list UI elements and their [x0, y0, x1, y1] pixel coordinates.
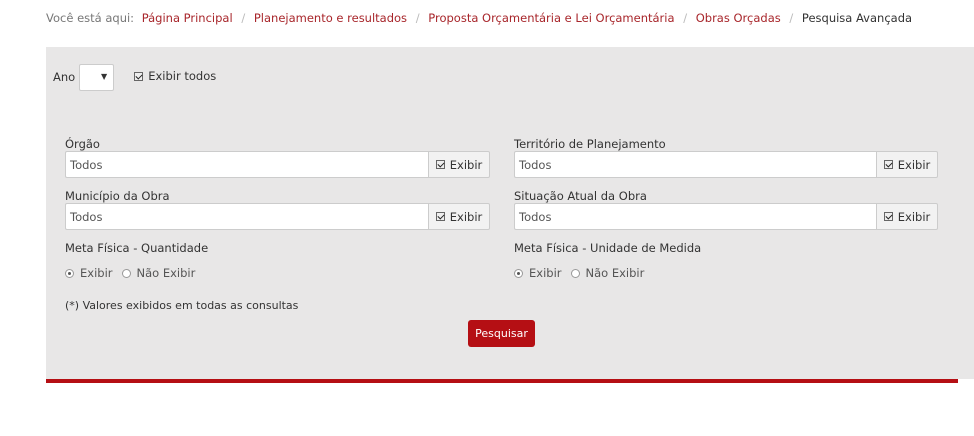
exibir-label: Exibir: [449, 209, 483, 224]
checkbox-checked-icon: [435, 212, 445, 221]
radio-selected-icon: [514, 268, 523, 278]
meta-unidade-label: Meta Física - Unidade de Medida: [514, 241, 702, 255]
radio-label: Exibir: [80, 266, 113, 280]
ano-select[interactable]: ▼: [79, 63, 115, 91]
territorio-input-group: Todos Exibir: [514, 151, 938, 178]
radio-selected-icon: [65, 268, 74, 278]
meta-quantidade-exibir-radio[interactable]: Exibir: [65, 266, 113, 280]
ano-label: Ano: [53, 70, 76, 84]
footnote: (*) Valores exibidos em todas as consult…: [65, 299, 299, 312]
checkbox-checked-icon: [883, 212, 893, 221]
exibir-todos-label: Exibir todos: [148, 69, 217, 83]
breadcrumb-prefix: Você está aqui:: [46, 11, 135, 25]
chevron-down-icon: ▼: [101, 71, 108, 81]
meta-quantidade-nao-exibir-radio[interactable]: Não Exibir: [121, 266, 196, 280]
breadcrumb-link-pagina-principal[interactable]: Página Principal: [142, 11, 233, 25]
orgao-exibir-checkbox[interactable]: Exibir: [428, 151, 490, 178]
exibir-label: Exibir: [897, 157, 931, 172]
municipio-input[interactable]: Todos: [65, 203, 428, 230]
ano-row: Ano ▼ Exibir todos: [53, 63, 216, 91]
panel-bottom-border: [46, 379, 958, 383]
exibir-label: Exibir: [449, 157, 483, 172]
radio-unselected-icon: [121, 268, 131, 278]
situacao-exibir-checkbox[interactable]: Exibir: [876, 203, 938, 230]
breadcrumb-separator: /: [789, 11, 794, 25]
breadcrumb-separator: /: [241, 11, 246, 25]
meta-unidade-nao-exibir-radio[interactable]: Não Exibir: [570, 266, 645, 280]
situacao-label: Situação Atual da Obra: [514, 189, 647, 203]
municipio-exibir-checkbox[interactable]: Exibir: [428, 203, 490, 230]
breadcrumb-separator: /: [683, 11, 688, 25]
meta-quantidade-radio-group: Exibir Não Exibir: [65, 266, 204, 280]
breadcrumb-current: Pesquisa Avançada: [801, 11, 913, 25]
territorio-exibir-checkbox[interactable]: Exibir: [876, 151, 938, 178]
orgao-input-group: Todos Exibir: [65, 151, 490, 178]
breadcrumb-link-planejamento[interactable]: Planejamento e resultados: [254, 11, 407, 25]
breadcrumb-link-obras-orcadas[interactable]: Obras Orçadas: [696, 11, 781, 25]
search-panel: Ano ▼ Exibir todos Órgão Todos Exibir Te…: [46, 47, 974, 379]
search-button[interactable]: Pesquisar: [468, 320, 535, 347]
checkbox-checked-icon: [435, 160, 445, 169]
territorio-input[interactable]: Todos: [514, 151, 876, 178]
breadcrumb-link-proposta[interactable]: Proposta Orçamentária e Lei Orçamentária: [428, 11, 674, 25]
breadcrumb: Você está aqui: Página Principal / Plane…: [46, 11, 912, 25]
checkbox-checked-icon: [134, 71, 144, 81]
radio-label: Não Exibir: [136, 266, 196, 280]
meta-quantidade-label: Meta Física - Quantidade: [65, 241, 209, 255]
orgao-label: Órgão: [65, 137, 100, 151]
situacao-input-group: Todos Exibir: [514, 203, 938, 230]
meta-unidade-radio-group: Exibir Não Exibir: [514, 266, 653, 280]
breadcrumb-separator: /: [415, 11, 420, 25]
municipio-label: Município da Obra: [65, 189, 170, 203]
exibir-label: Exibir: [897, 209, 931, 224]
radio-label: Não Exibir: [585, 266, 645, 280]
exibir-todos-checkbox[interactable]: Exibir todos: [134, 69, 216, 83]
orgao-input[interactable]: Todos: [65, 151, 428, 178]
meta-unidade-exibir-radio[interactable]: Exibir: [514, 266, 562, 280]
radio-label: Exibir: [529, 266, 562, 280]
municipio-input-group: Todos Exibir: [65, 203, 490, 230]
situacao-input[interactable]: Todos: [514, 203, 876, 230]
territorio-label: Território de Planejamento: [514, 137, 666, 151]
radio-unselected-icon: [570, 268, 580, 278]
checkbox-checked-icon: [883, 160, 893, 169]
